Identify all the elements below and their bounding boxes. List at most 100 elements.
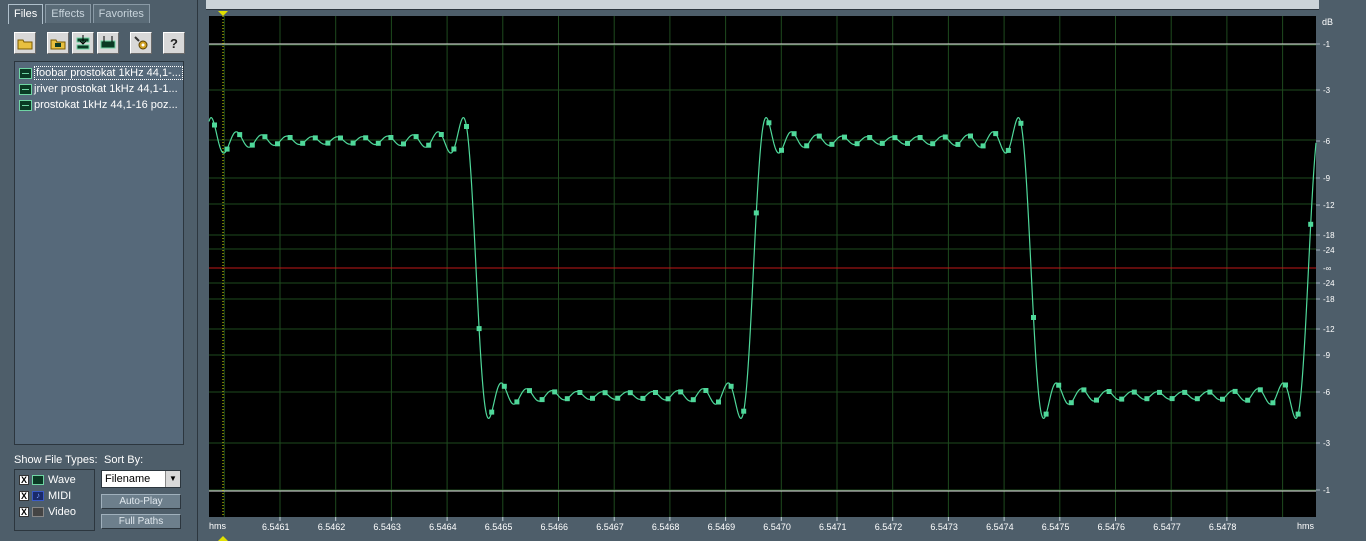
midi-checkbox[interactable]: X xyxy=(19,491,29,501)
sample-point xyxy=(1157,389,1162,395)
sample-point xyxy=(615,395,621,401)
sample-point xyxy=(577,390,583,395)
sample-point xyxy=(602,390,608,396)
wave-file-icon xyxy=(19,67,32,79)
sample-point xyxy=(312,135,318,141)
open-folder-icon[interactable] xyxy=(14,32,36,54)
tab-effects[interactable]: Effects xyxy=(45,4,91,23)
time-label: 6.5461 xyxy=(262,522,290,532)
sample-point xyxy=(879,140,885,146)
video-checkbox[interactable]: X xyxy=(19,507,29,517)
chevron-down-icon[interactable]: ▼ xyxy=(165,471,180,487)
sample-point xyxy=(401,141,406,147)
waveform-view: dB -1 -3 -6 -9 -12 -18 -24 -∞ -24 -18 -12 -9 -6 -3 -1 hm… xyxy=(206,0,1366,541)
sample-point xyxy=(426,142,432,148)
sample-point xyxy=(1131,389,1137,395)
sample-point xyxy=(1068,400,1074,406)
sample-point xyxy=(388,135,394,140)
sample-point xyxy=(1056,382,1062,388)
db-label-center: -∞ xyxy=(1323,264,1332,273)
wave-label: Wave xyxy=(48,474,76,486)
sample-point xyxy=(1283,382,1288,388)
file-toolbar: ? xyxy=(14,32,185,54)
tab-files[interactable]: Files xyxy=(8,4,44,24)
sample-point xyxy=(930,141,936,147)
file-item[interactable]: jriver prostokat 1kHz 44,1-1... xyxy=(15,81,183,97)
db-label: -24 xyxy=(1323,279,1335,288)
sample-point xyxy=(262,134,268,140)
db-label: -3 xyxy=(1323,439,1331,448)
time-label: 6.5476 xyxy=(1098,522,1126,532)
file-item[interactable]: foobar prostokat 1kHz 44,1-... xyxy=(15,65,183,81)
db-label: -12 xyxy=(1323,201,1335,210)
time-label: 6.5462 xyxy=(318,522,346,532)
sample-point xyxy=(1094,397,1099,403)
auto-play-button[interactable]: Auto-Play xyxy=(101,494,181,509)
time-label: 6.5467 xyxy=(596,522,624,532)
sample-point xyxy=(779,147,784,153)
settings-icon[interactable] xyxy=(130,32,152,54)
db-label: -3 xyxy=(1323,86,1331,95)
waveform-display[interactable]: dB -1 -3 -6 -9 -12 -18 -24 -∞ -24 -18 -12 -9 -6 -3 -1 hm… xyxy=(206,0,1366,541)
insert-icon[interactable] xyxy=(72,32,94,54)
sample-point xyxy=(728,383,734,389)
time-label: 6.5478 xyxy=(1209,522,1237,532)
sample-point xyxy=(640,395,646,401)
db-label: -6 xyxy=(1323,137,1331,146)
filter-midi[interactable]: X ♪ MIDI xyxy=(19,488,94,504)
db-label: -9 xyxy=(1323,351,1331,360)
file-item-label: foobar prostokat 1kHz 44,1-... xyxy=(34,66,183,80)
time-label: 6.5464 xyxy=(429,522,457,532)
sample-point xyxy=(627,390,633,396)
full-paths-button[interactable]: Full Paths xyxy=(101,514,181,529)
sample-point xyxy=(993,131,999,137)
file-list[interactable]: foobar prostokat 1kHz 44,1-... jriver pr… xyxy=(14,61,184,445)
time-label: 6.5471 xyxy=(819,522,847,532)
tab-favorites[interactable]: Favorites xyxy=(92,4,150,23)
db-label: -24 xyxy=(1323,246,1335,255)
sample-point xyxy=(1295,411,1301,417)
wave-type-icon xyxy=(32,475,44,485)
sample-point xyxy=(816,133,822,139)
db-label: -1 xyxy=(1323,40,1331,49)
filter-wave[interactable]: X Wave xyxy=(19,472,94,488)
file-item-label: jriver prostokat 1kHz 44,1-1... xyxy=(34,83,178,95)
sample-point xyxy=(716,399,721,405)
sample-point xyxy=(1119,396,1125,402)
db-label: -12 xyxy=(1323,325,1335,334)
sample-point xyxy=(224,146,230,152)
db-label: -1 xyxy=(1323,486,1331,495)
time-unit-left: hms xyxy=(209,521,227,531)
sample-point xyxy=(1207,389,1213,395)
help-glyph: ? xyxy=(170,35,178,51)
file-item[interactable]: prostokat 1kHz 44,1-16 poz... xyxy=(15,97,183,113)
sample-point xyxy=(1043,411,1049,417)
video-type-icon xyxy=(32,507,44,517)
sample-point xyxy=(464,124,469,129)
mix-icon[interactable] xyxy=(97,32,119,54)
sample-point xyxy=(438,132,444,137)
sample-point xyxy=(1018,120,1024,126)
time-label: 6.5468 xyxy=(652,522,680,532)
sample-point xyxy=(514,399,520,405)
sample-point xyxy=(300,140,306,146)
sample-point xyxy=(892,135,898,141)
panel-tabs: Files Effects Favorites xyxy=(8,4,152,24)
time-label: 6.5465 xyxy=(485,522,513,532)
sort-by-value: Filename xyxy=(105,473,151,485)
time-label: 6.5469 xyxy=(708,522,736,532)
sample-point xyxy=(690,397,696,403)
sample-point xyxy=(350,140,356,146)
sample-point xyxy=(476,326,482,332)
sample-point xyxy=(489,409,495,415)
sort-by-select[interactable]: Filename ▼ xyxy=(101,470,181,488)
time-unit-right: hms xyxy=(1297,521,1315,531)
wave-checkbox[interactable]: X xyxy=(19,475,29,485)
help-icon[interactable]: ? xyxy=(163,32,185,54)
filter-video[interactable]: X Video xyxy=(19,504,94,520)
sample-point xyxy=(1232,388,1238,394)
sample-point xyxy=(325,140,331,146)
cursor-marker-top xyxy=(218,11,228,16)
open-file-icon[interactable] xyxy=(47,32,69,54)
sample-point xyxy=(854,141,860,147)
